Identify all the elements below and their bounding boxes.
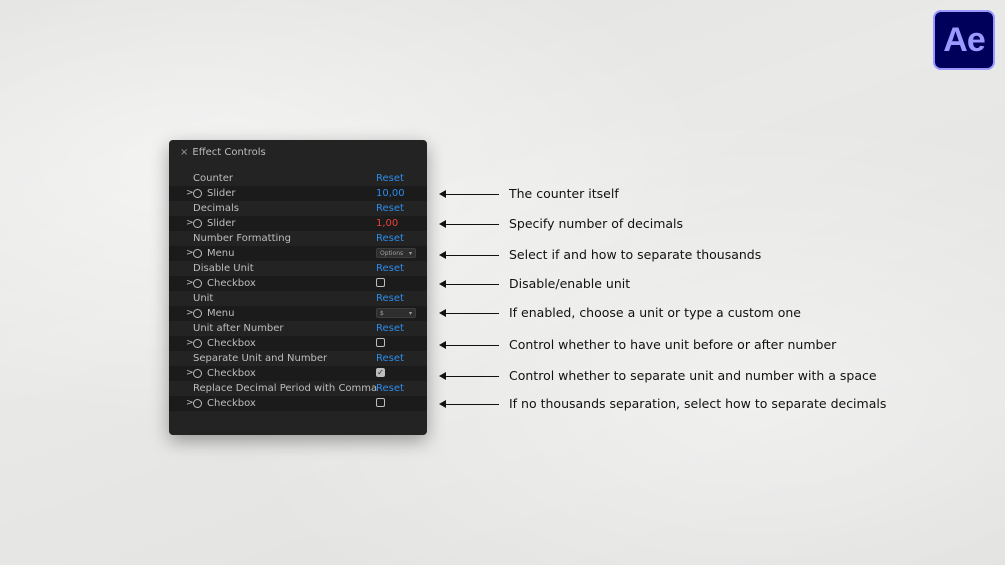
property-label: Unit <box>193 293 214 304</box>
control-row-number-formatting-menu: > Menu Options ▾ <box>169 246 427 261</box>
control-row-replace-decimal-checkbox: > Checkbox <box>169 396 427 411</box>
stopwatch-icon[interactable] <box>193 309 202 318</box>
checkbox-checked[interactable]: ✓ <box>376 368 385 377</box>
dropdown-menu[interactable]: Options ▾ <box>376 248 416 258</box>
stopwatch-icon[interactable] <box>193 339 202 348</box>
annotation-text: If enabled, choose a unit or type a cust… <box>509 305 801 320</box>
control-row-disable-unit-checkbox: > Checkbox <box>169 276 427 291</box>
annotation-text: If no thousands separation, select how t… <box>509 396 887 411</box>
control-label: Checkbox <box>207 338 256 349</box>
arrow-left-icon <box>439 246 499 264</box>
dropdown-value: Options <box>380 250 404 257</box>
stopwatch-icon[interactable] <box>193 399 202 408</box>
property-row-number-formatting: Number Formatting Reset <box>169 231 427 246</box>
checkbox[interactable] <box>376 398 385 407</box>
control-row-separate-unit-checkbox: > Checkbox ✓ <box>169 366 427 381</box>
control-label: Checkbox <box>207 398 256 409</box>
annotation-disable-unit: Disable/enable unit <box>439 275 630 293</box>
property-label: Disable Unit <box>193 263 254 274</box>
arrow-left-icon <box>439 275 499 293</box>
reset-button[interactable]: Reset <box>376 231 404 246</box>
property-row-replace-decimal-period: Replace Decimal Period with Comma Reset <box>169 381 427 396</box>
panel-title: × Effect Controls <box>180 146 266 160</box>
annotation-text: Control whether to separate unit and num… <box>509 368 877 383</box>
arrow-left-icon <box>439 367 499 385</box>
property-label: Number Formatting <box>193 233 291 244</box>
reset-button[interactable]: Reset <box>376 351 404 366</box>
annotation-number-formatting: Select if and how to separate thousands <box>439 246 761 264</box>
annotation-text: Disable/enable unit <box>509 276 631 291</box>
property-label: Replace Decimal Period with Comma <box>193 383 378 394</box>
annotation-decimal-separator: If no thousands separation, select how t… <box>439 395 886 413</box>
control-row-unit-menu: > Menu $ ▾ <box>169 306 427 321</box>
slider-value[interactable]: 10,00 <box>376 186 405 201</box>
annotation-text: Control whether to have unit before or a… <box>509 337 837 352</box>
property-label: Unit after Number <box>193 323 284 334</box>
chevron-down-icon: ▾ <box>408 250 412 257</box>
arrow-left-icon <box>439 304 499 322</box>
control-label: Menu <box>207 248 235 259</box>
annotation-unit-after-number: Control whether to have unit before or a… <box>439 336 836 354</box>
arrow-left-icon <box>439 215 499 233</box>
property-label: Separate Unit and Number <box>193 353 328 364</box>
property-row-counter: Counter Reset <box>169 171 427 186</box>
control-label: Checkbox <box>207 278 256 289</box>
reset-button[interactable]: Reset <box>376 321 404 336</box>
close-icon[interactable]: × <box>180 147 188 158</box>
reset-button[interactable]: Reset <box>376 171 404 186</box>
property-row-decimals: Decimals Reset <box>169 201 427 216</box>
control-label: Menu <box>207 308 235 319</box>
control-label: Slider <box>207 188 236 199</box>
reset-button[interactable]: Reset <box>376 261 404 276</box>
stopwatch-icon[interactable] <box>193 369 202 378</box>
control-label: Checkbox <box>207 368 256 379</box>
arrow-left-icon <box>439 336 499 354</box>
checkbox[interactable] <box>376 338 385 347</box>
panel-title-text: Effect Controls <box>192 147 266 158</box>
annotation-counter: The counter itself <box>439 185 619 203</box>
checkbox[interactable] <box>376 278 385 287</box>
control-label: Slider <box>207 218 236 229</box>
stopwatch-icon[interactable] <box>193 219 202 228</box>
slider-value[interactable]: 1,00 <box>376 216 398 231</box>
control-row-counter-slider: > Slider 10,00 <box>169 186 427 201</box>
control-row-unit-after-number-checkbox: > Checkbox <box>169 336 427 351</box>
property-row-separate-unit-and-number: Separate Unit and Number Reset <box>169 351 427 366</box>
annotation-text: The counter itself <box>509 186 619 201</box>
stopwatch-icon[interactable] <box>193 189 202 198</box>
effect-controls-panel: × Effect Controls Counter Reset > Slider … <box>169 140 427 435</box>
property-row-disable-unit: Disable Unit Reset <box>169 261 427 276</box>
annotation-separate-unit: Control whether to separate unit and num… <box>439 367 877 385</box>
arrow-left-icon <box>439 185 499 203</box>
reset-button[interactable]: Reset <box>376 201 404 216</box>
property-row-unit-after-number: Unit after Number Reset <box>169 321 427 336</box>
after-effects-logo: Ae <box>933 10 995 70</box>
property-label: Decimals <box>193 203 239 214</box>
reset-button[interactable]: Reset <box>376 291 404 306</box>
stopwatch-icon[interactable] <box>193 249 202 258</box>
property-row-unit: Unit Reset <box>169 291 427 306</box>
dropdown-value: $ <box>380 310 384 317</box>
control-row-decimals-slider: > Slider 1,00 <box>169 216 427 231</box>
arrow-left-icon <box>439 395 499 413</box>
annotation-unit: If enabled, choose a unit or type a cust… <box>439 304 801 322</box>
chevron-down-icon: ▾ <box>408 310 412 317</box>
annotation-text: Select if and how to separate thousands <box>509 247 762 262</box>
property-label: Counter <box>193 173 233 184</box>
dropdown-menu[interactable]: $ ▾ <box>376 308 416 318</box>
annotation-text: Specify number of decimals <box>509 216 684 231</box>
stopwatch-icon[interactable] <box>193 279 202 288</box>
annotation-decimals: Specify number of decimals <box>439 215 683 233</box>
reset-button[interactable]: Reset <box>376 381 404 396</box>
